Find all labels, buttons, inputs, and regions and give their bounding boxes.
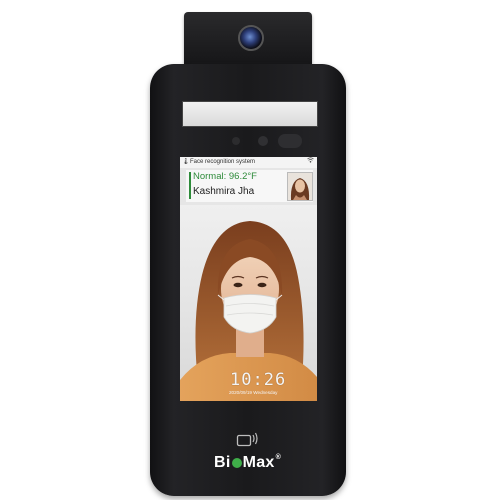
person-name: Kashmira Jha	[193, 186, 255, 197]
registered-mark: ®	[275, 454, 282, 461]
device-screen: 🌡 Face recognition system Normal: 96.2°F…	[180, 157, 317, 401]
status-bar: 🌡 Face recognition system	[180, 157, 317, 168]
temperature-icon: 🌡	[182, 159, 190, 165]
status-title: Face recognition system	[190, 159, 256, 165]
clock-time: 10:26	[230, 370, 287, 390]
brand-suffix: Max	[242, 454, 275, 471]
wifi-icon	[307, 157, 314, 168]
nfc-card-icon	[236, 430, 260, 448]
person-thumbnail	[287, 172, 313, 201]
light-sensor-strip	[182, 101, 318, 127]
ir-sensor-icon	[232, 137, 240, 145]
temperature-readout: Normal: 96.2°F	[193, 171, 257, 182]
brand-dot-icon	[231, 458, 242, 468]
camera-lens-icon	[238, 25, 264, 51]
ir-sensor-icon	[278, 134, 302, 148]
status-accent-bar	[189, 172, 191, 199]
clock-date: 2020/09/19 Wednesday	[229, 390, 278, 395]
brand-logo: Bi Max®	[214, 454, 281, 472]
brand-prefix: Bi	[214, 454, 231, 471]
ir-sensor-icon	[258, 136, 268, 146]
